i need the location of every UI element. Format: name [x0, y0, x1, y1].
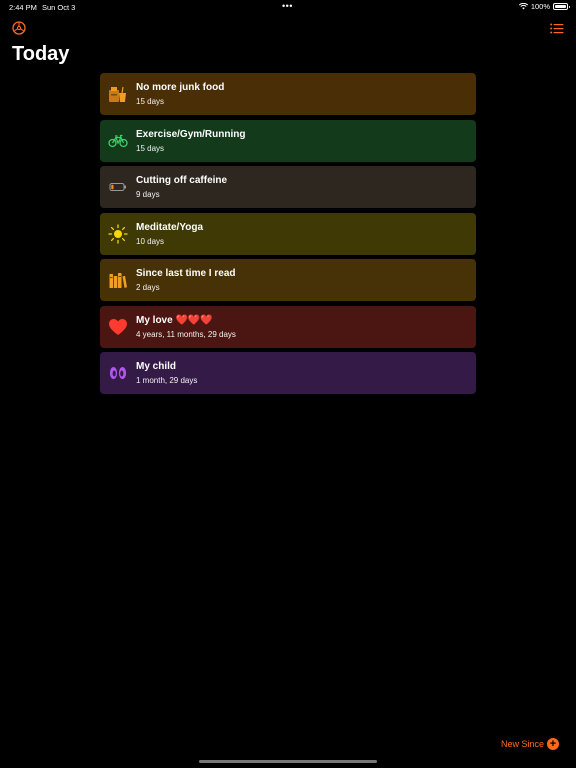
junk-food-icon	[108, 84, 128, 104]
since-card[interactable]: No more junk food 15 days	[100, 73, 476, 115]
status-bar: 2:44 PM Sun Oct 3 ••• 100%	[0, 0, 576, 14]
new-since-button[interactable]: New Since +	[501, 738, 559, 750]
card-text: No more junk food 15 days	[136, 81, 224, 107]
since-card[interactable]: Cutting off caffeine 9 days	[100, 166, 476, 208]
multitasking-dots[interactable]: •••	[282, 1, 293, 11]
card-duration: 1 month, 29 days	[136, 376, 198, 385]
card-duration: 15 days	[136, 97, 165, 106]
since-card[interactable]: Exercise/Gym/Running 15 days	[100, 119, 476, 162]
card-title: Since last time I read	[136, 268, 236, 279]
books-icon	[108, 270, 128, 290]
card-title: My love ❤️❤️❤️	[136, 314, 213, 326]
low-battery-icon	[108, 177, 128, 197]
plus-circle-icon: +	[547, 738, 559, 750]
card-title: Meditate/Yoga	[136, 221, 204, 233]
card-duration: 4 years, 11 months, 29 days	[136, 329, 236, 339]
battery-percent: 100%	[530, 2, 550, 11]
since-card[interactable]: My love ❤️❤️❤️ 4 years, 11 months, 29 da…	[100, 305, 476, 348]
battery-fill	[555, 5, 566, 8]
card-text: Meditate/Yoga 10 days	[136, 221, 203, 247]
sun-icon	[108, 223, 128, 244]
home-indicator[interactable]	[199, 760, 377, 763]
status-right: 100%	[518, 2, 570, 11]
card-title: My child	[136, 361, 177, 372]
status-date: Sun Oct 3	[42, 3, 76, 12]
gear-circle-icon	[12, 21, 26, 35]
page-title: Today	[12, 43, 70, 65]
card-text: Since last time I read 2 days	[136, 267, 236, 293]
list-view-button[interactable]	[549, 21, 565, 35]
list-icon	[550, 23, 564, 33]
settings-button[interactable]	[11, 20, 27, 36]
card-title: Cutting off caffeine	[136, 175, 228, 186]
card-duration: 10 days	[136, 236, 165, 246]
card-text: Cutting off caffeine 9 days	[136, 174, 227, 200]
footprints-icon	[108, 363, 128, 383]
since-card[interactable]: Meditate/Yoga 10 days	[100, 212, 476, 255]
since-card[interactable]: My child 1 month, 29 days	[100, 352, 476, 394]
screen: 2:44 PM Sun Oct 3 ••• 100% Today No more…	[0, 0, 576, 768]
card-duration: 2 days	[136, 283, 160, 292]
card-text: Exercise/Gym/Running 15 days	[136, 128, 245, 154]
new-since-label: New Since	[500, 739, 544, 749]
card-duration: 9 days	[136, 190, 160, 199]
since-card[interactable]: Since last time I read 2 days	[100, 259, 476, 301]
battery-icon	[553, 3, 570, 10]
card-text: My child 1 month, 29 days	[136, 360, 197, 386]
since-list: No more junk food 15 days Exercise/Gym/R…	[100, 73, 476, 399]
card-duration: 15 days	[136, 143, 165, 153]
wifi-icon	[518, 3, 528, 10]
card-text: My love ❤️❤️❤️ 4 years, 11 months, 29 da…	[136, 314, 236, 340]
card-title: No more junk food	[136, 82, 225, 93]
bicycle-icon	[108, 131, 128, 151]
card-title: Exercise/Gym/Running	[136, 128, 246, 140]
status-time: 2:44 PM	[9, 3, 37, 12]
heart-icon	[108, 317, 128, 337]
